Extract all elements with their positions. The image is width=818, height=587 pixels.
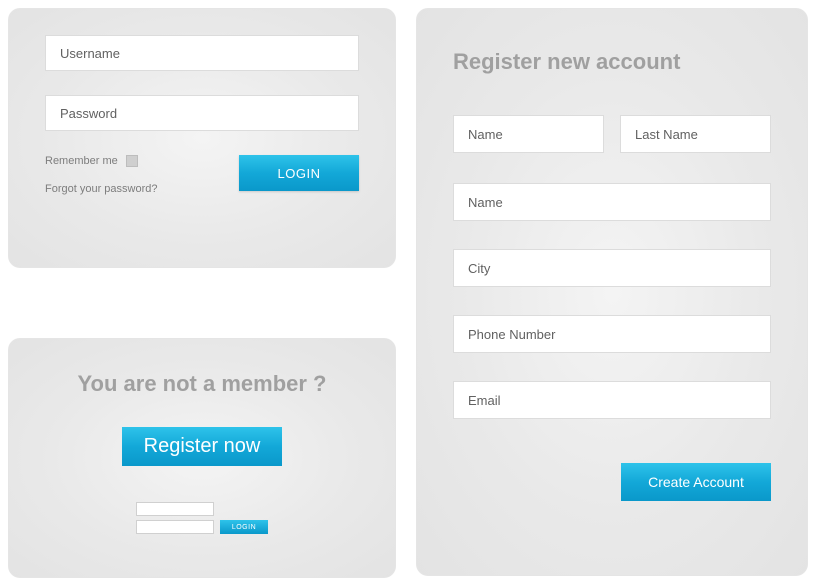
register-title: Register new account <box>453 49 771 75</box>
phone-input[interactable] <box>453 315 771 353</box>
first-name-input[interactable] <box>453 115 604 153</box>
register-card: Register new account Create Account <box>416 8 808 576</box>
mini-login-row: LOGIN <box>33 502 371 534</box>
not-member-title: You are not a member ? <box>33 371 371 397</box>
remember-me-label: Remember me <box>45 155 118 167</box>
create-account-button[interactable]: Create Account <box>621 463 771 501</box>
not-member-card: You are not a member ? Register now LOGI… <box>8 338 396 578</box>
mini-login-button[interactable]: LOGIN <box>220 520 268 534</box>
remember-me-row: Remember me <box>45 155 158 167</box>
password-input[interactable] <box>45 95 359 131</box>
login-button[interactable]: LOGIN <box>239 155 359 191</box>
city-input[interactable] <box>453 249 771 287</box>
username-input[interactable] <box>45 35 359 71</box>
forgot-password-link[interactable]: Forgot your password? <box>45 183 158 195</box>
mini-password-input[interactable] <box>136 520 214 534</box>
email-input[interactable] <box>453 381 771 419</box>
last-name-input[interactable] <box>620 115 771 153</box>
register-now-button[interactable]: Register now <box>122 427 283 466</box>
login-card: Remember me Forgot your password? LOGIN <box>8 8 396 268</box>
remember-me-checkbox[interactable] <box>126 155 138 167</box>
mini-username-input[interactable] <box>136 502 214 516</box>
name-input[interactable] <box>453 183 771 221</box>
